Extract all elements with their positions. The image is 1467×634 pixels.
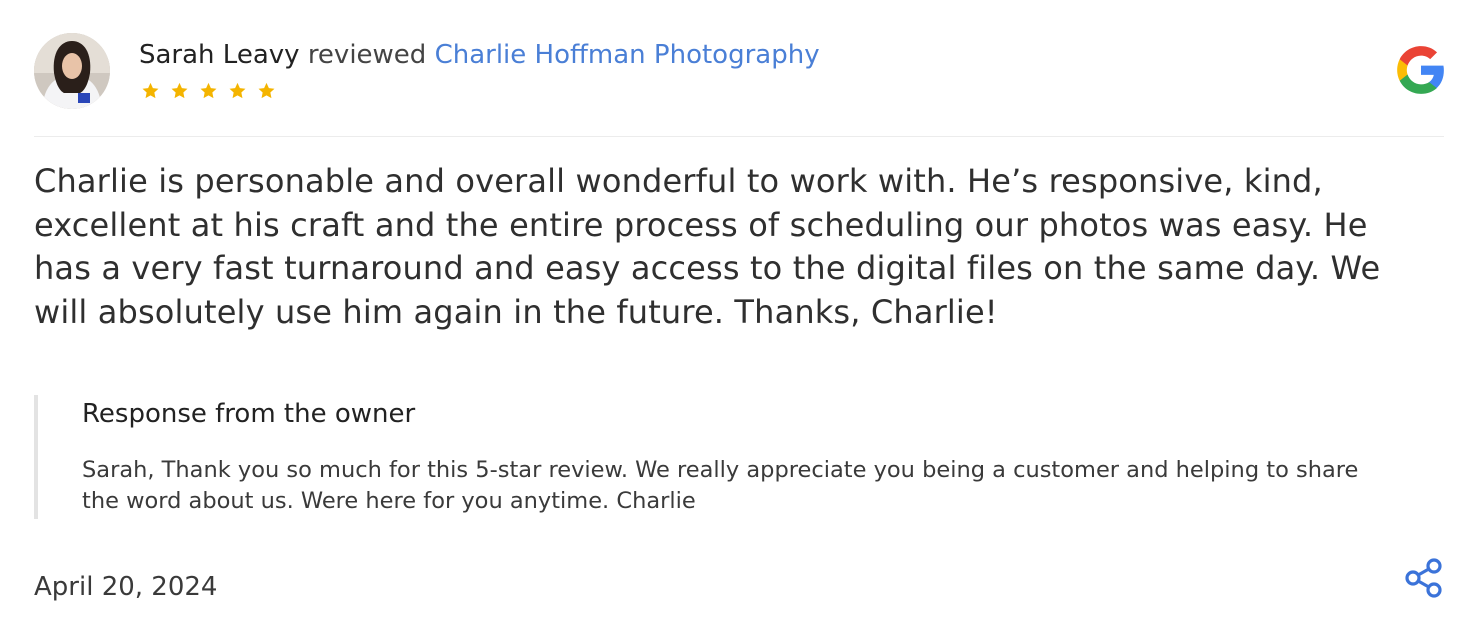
review-date: April 20, 2024	[34, 572, 218, 602]
reviewer-avatar[interactable]	[34, 33, 110, 109]
star-icon	[200, 82, 217, 99]
star-icon	[258, 82, 275, 99]
share-icon[interactable]	[1404, 557, 1444, 599]
star-icon	[229, 82, 246, 99]
review-text: Charlie is personable and overall wonder…	[34, 162, 1381, 331]
star-icon	[142, 82, 159, 99]
reviewed-label: reviewed	[307, 40, 427, 70]
header-divider	[34, 136, 1444, 137]
google-logo-icon	[1397, 46, 1444, 94]
star-rating	[138, 80, 279, 102]
star-icon	[171, 82, 188, 99]
owner-response-title: Response from the owner	[82, 399, 416, 429]
business-name-link[interactable]: Charlie Hoffman Photography	[435, 40, 820, 70]
review-header: Sarah Leavy reviewed Charlie Hoffman Pho…	[139, 38, 820, 72]
reviewer-name[interactable]: Sarah Leavy	[139, 40, 300, 70]
owner-response-text: Sarah, Thank you so much for this 5-star…	[82, 457, 1359, 514]
owner-response-block: Response from the owner Sarah, Thank you…	[34, 395, 1438, 519]
